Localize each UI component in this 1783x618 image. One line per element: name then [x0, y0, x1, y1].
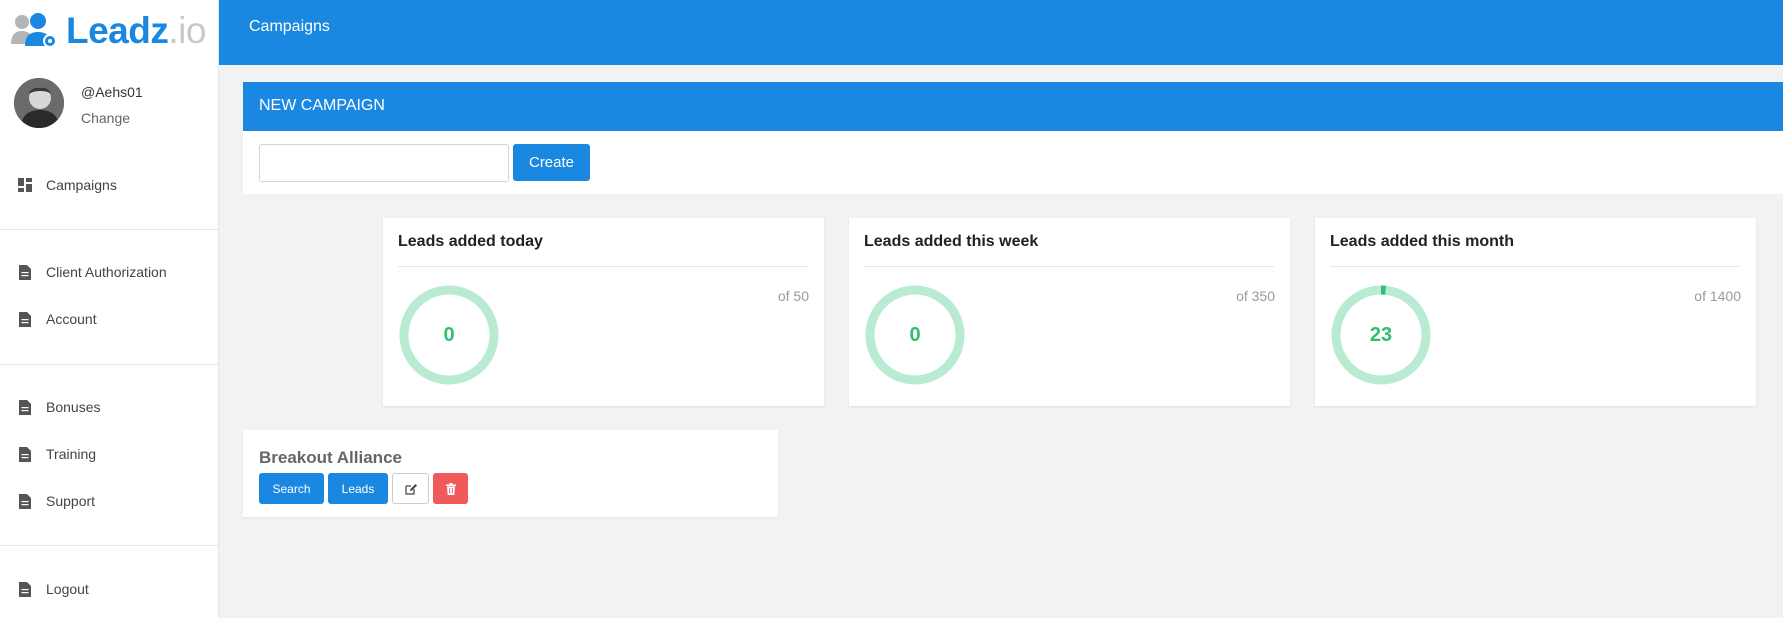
sidebar-item-label: Bonuses: [46, 399, 101, 415]
document-icon: [18, 493, 32, 509]
sidebar-divider: [0, 364, 218, 365]
avatar[interactable]: [14, 78, 64, 128]
stat-value: 23: [1369, 323, 1393, 346]
brand-name: Leadz.io: [66, 10, 206, 51]
stat-card-title: Leads added today: [398, 233, 543, 250]
sidebar-item-label: Logout: [46, 581, 89, 597]
new-campaign-form: Create: [243, 131, 1783, 194]
sidebar-item-logout[interactable]: Logout: [18, 579, 89, 599]
page-title: Campaigns: [249, 18, 330, 35]
stat-value: 0: [443, 323, 455, 346]
dashboard-icon: [18, 177, 32, 193]
campaign-name: Breakout Alliance: [259, 448, 402, 467]
username: @Aehs01: [81, 84, 143, 100]
leads-button[interactable]: Leads: [328, 473, 388, 504]
campaign-card: Breakout Alliance Search Leads: [243, 430, 778, 517]
stat-card-limit: of 1400: [1694, 288, 1741, 304]
sidebar-item-label: Client Authorization: [46, 264, 167, 280]
stat-card-month: Leads added this month of 1400 23: [1315, 218, 1756, 406]
sidebar-item-label: Support: [46, 493, 96, 509]
edit-button[interactable]: [392, 473, 429, 504]
sidebar-divider: [0, 545, 218, 546]
stat-card-title: Leads added this week: [864, 233, 1039, 250]
sidebar-item-label: Account: [46, 311, 97, 327]
sidebar-item-account[interactable]: Account: [18, 309, 97, 329]
card-divider: [398, 266, 808, 267]
sidebar-item-campaigns[interactable]: Campaigns: [18, 175, 117, 195]
card-divider: [1330, 266, 1740, 267]
sidebar-item-support[interactable]: Support: [18, 491, 95, 511]
sidebar-item-training[interactable]: Training: [18, 444, 96, 464]
top-bar: Campaigns: [219, 0, 1783, 65]
stat-card-limit: of 50: [777, 288, 809, 304]
user-profile: @Aehs01 Change: [14, 78, 214, 130]
stat-card-limit: of 350: [1236, 288, 1275, 304]
sidebar-item-bonuses[interactable]: Bonuses: [18, 397, 100, 417]
users-icon: [11, 13, 57, 48]
new-campaign-header: NEW CAMPAIGN: [243, 82, 1783, 131]
document-icon: [18, 264, 32, 280]
change-profile-link[interactable]: Change: [81, 110, 130, 126]
brand-logo[interactable]: Leadz.io: [10, 10, 210, 52]
stat-value: 0: [909, 323, 921, 346]
sidebar: Leadz.io @Aehs01 Change Campaigns Client…: [0, 0, 219, 618]
create-button[interactable]: Create: [513, 144, 590, 181]
trash-icon: [445, 482, 456, 495]
edit-icon: [404, 483, 417, 495]
document-icon: [18, 581, 32, 597]
stat-card-week: Leads added this week of 350 0: [849, 218, 1290, 406]
card-divider: [864, 266, 1274, 267]
campaign-name-input[interactable]: [259, 144, 509, 182]
new-campaign-title: NEW CAMPAIGN: [259, 97, 385, 114]
document-icon: [18, 311, 32, 327]
stat-card-title: Leads added this month: [1330, 233, 1515, 250]
sidebar-item-label: Campaigns: [46, 177, 117, 193]
sidebar-divider: [0, 229, 218, 230]
sidebar-item-label: Training: [46, 446, 97, 462]
document-icon: [18, 399, 32, 415]
stat-card-today: Leads added today of 50 0: [383, 218, 824, 406]
sidebar-item-client-authorization[interactable]: Client Authorization: [18, 262, 167, 282]
delete-button[interactable]: [433, 473, 468, 504]
document-icon: [18, 446, 32, 462]
search-button[interactable]: Search: [259, 473, 324, 504]
